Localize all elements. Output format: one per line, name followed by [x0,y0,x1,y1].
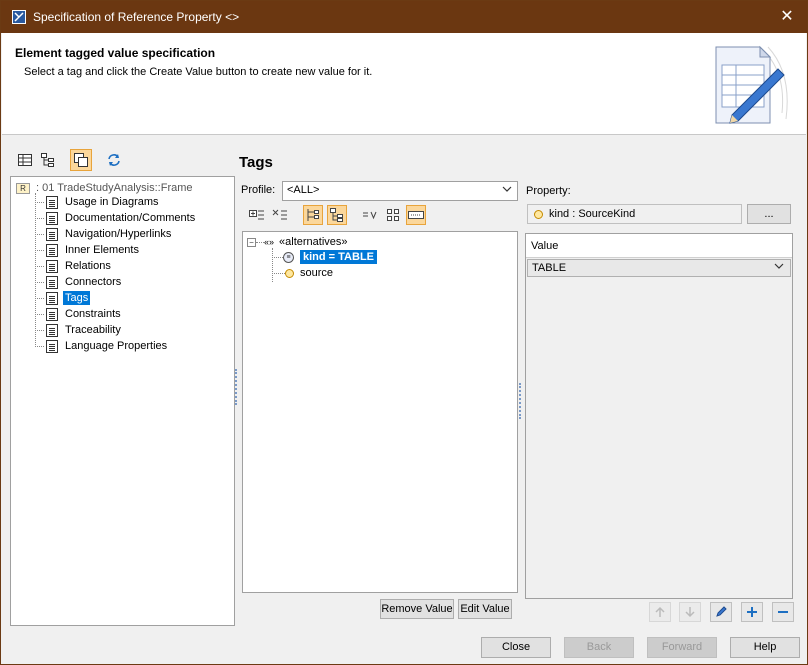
tags-toolbar [247,205,527,227]
grid-view-icon[interactable] [383,205,403,225]
value-select[interactable]: TABLE [527,259,791,277]
mid-splitter-handle[interactable] [519,383,521,419]
close-button[interactable]: Close [481,637,551,658]
add-value-icon[interactable] [741,602,763,622]
tags-tree[interactable]: − «» «alternatives» ≡ kind = TABLE sourc… [242,231,518,593]
profile-select[interactable]: <ALL> [282,181,518,201]
tree-item-language-properties[interactable]: Language Properties [35,338,169,354]
collapse-all-icon[interactable] [270,205,290,225]
property-value: kind : SourceKind [549,208,636,220]
page-icon [46,259,58,273]
page-icon [46,275,58,289]
refresh-icon[interactable] [103,149,125,171]
page-icon [46,195,58,209]
profile-label: Profile: [241,184,276,196]
move-down-icon[interactable] [679,602,701,622]
property-icon [534,209,543,219]
page-icon [46,227,58,241]
reference-property-icon: R [16,182,30,194]
show-tree-icon[interactable] [327,205,347,225]
table-view-icon[interactable] [14,149,36,171]
tree-node-alternatives[interactable]: − «» «alternatives» [247,234,348,250]
edit-value-button[interactable]: Edit Value [458,599,512,619]
tree-node-source[interactable]: source [272,265,333,281]
tree-item-inner-elements[interactable]: Inner Elements [35,242,141,258]
tree-item-relations[interactable]: Relations [35,258,113,274]
show-values-icon[interactable] [360,205,380,225]
title-bar[interactable]: Specification of Reference Property <> ✕ [1,1,807,33]
move-up-icon[interactable] [649,602,671,622]
stereotype-icon: «» [264,237,275,247]
field-view-icon[interactable] [406,205,426,225]
header-title: Element tagged value specification [15,46,216,60]
tree-item-traceability[interactable]: Traceability [35,322,123,338]
tree-node-label: kind = TABLE [300,250,377,264]
property-field: kind : SourceKind [527,204,742,224]
value-panel: Value TABLE [525,233,793,599]
left-splitter-handle[interactable] [235,369,237,405]
page-icon [46,211,58,225]
expand-all-icon[interactable] [247,205,267,225]
tree-item-tags[interactable]: Tags [35,290,91,306]
page-icon [46,243,58,257]
tree-item-usage-in-diagrams[interactable]: Usage in Diagrams [35,194,161,210]
browse-property-button[interactable]: ... [747,204,791,224]
value-icon: ≡ [283,251,294,263]
chevron-down-icon [502,184,512,197]
tree-item-documentation[interactable]: Documentation/Comments [35,210,197,226]
page-icon [46,339,58,353]
value-selected: TABLE [532,262,567,274]
tree-node-label: source [300,267,334,279]
show-hierarchy-icon[interactable] [303,205,323,225]
tree-view-icon[interactable] [37,149,59,171]
header-banner: Element tagged value specification Selec… [2,33,806,135]
specification-window: Specification of Reference Property <> ✕… [0,0,808,665]
remove-value-button[interactable]: Remove Value [380,599,454,619]
tree-item-constraints[interactable]: Constraints [35,306,123,322]
property-label: Property: [526,185,571,197]
tree-node-label: «alternatives» [279,236,348,248]
property-icon [285,268,294,278]
tags-title: Tags [239,154,273,171]
page-icon [46,307,58,321]
document-pencil-icon [708,43,788,129]
tree-root-label: : 01 TradeStudyAnalysis::Frame [36,182,193,194]
page-icon [46,291,58,305]
window-title: Specification of Reference Property <> [33,10,240,24]
tree-node-kind[interactable]: ≡ kind = TABLE [272,249,377,265]
left-panel: R : 01 TradeStudyAnalysis::Frame Usage i… [10,148,235,626]
help-button[interactable]: Help [730,637,800,658]
forward-button[interactable]: Forward [647,637,717,658]
tree-item-navigation[interactable]: Navigation/Hyperlinks [35,226,173,242]
chevron-down-icon [774,261,784,274]
left-toolbar [10,148,235,174]
header-subtitle: Select a tag and click the Create Value … [24,66,373,78]
value-column-header: Value [526,234,792,258]
page-icon [46,323,58,337]
copy-view-icon[interactable] [70,149,92,171]
collapse-icon[interactable]: − [247,237,256,247]
back-button[interactable]: Back [564,637,634,658]
tree-item-connectors[interactable]: Connectors [35,274,123,290]
close-window-icon[interactable]: ✕ [767,1,807,33]
app-icon [12,10,26,24]
navigation-tree[interactable]: R : 01 TradeStudyAnalysis::Frame Usage i… [10,176,235,626]
profile-value: <ALL> [287,184,320,196]
remove-value-icon[interactable] [772,602,794,622]
edit-pencil-icon[interactable] [710,602,732,622]
